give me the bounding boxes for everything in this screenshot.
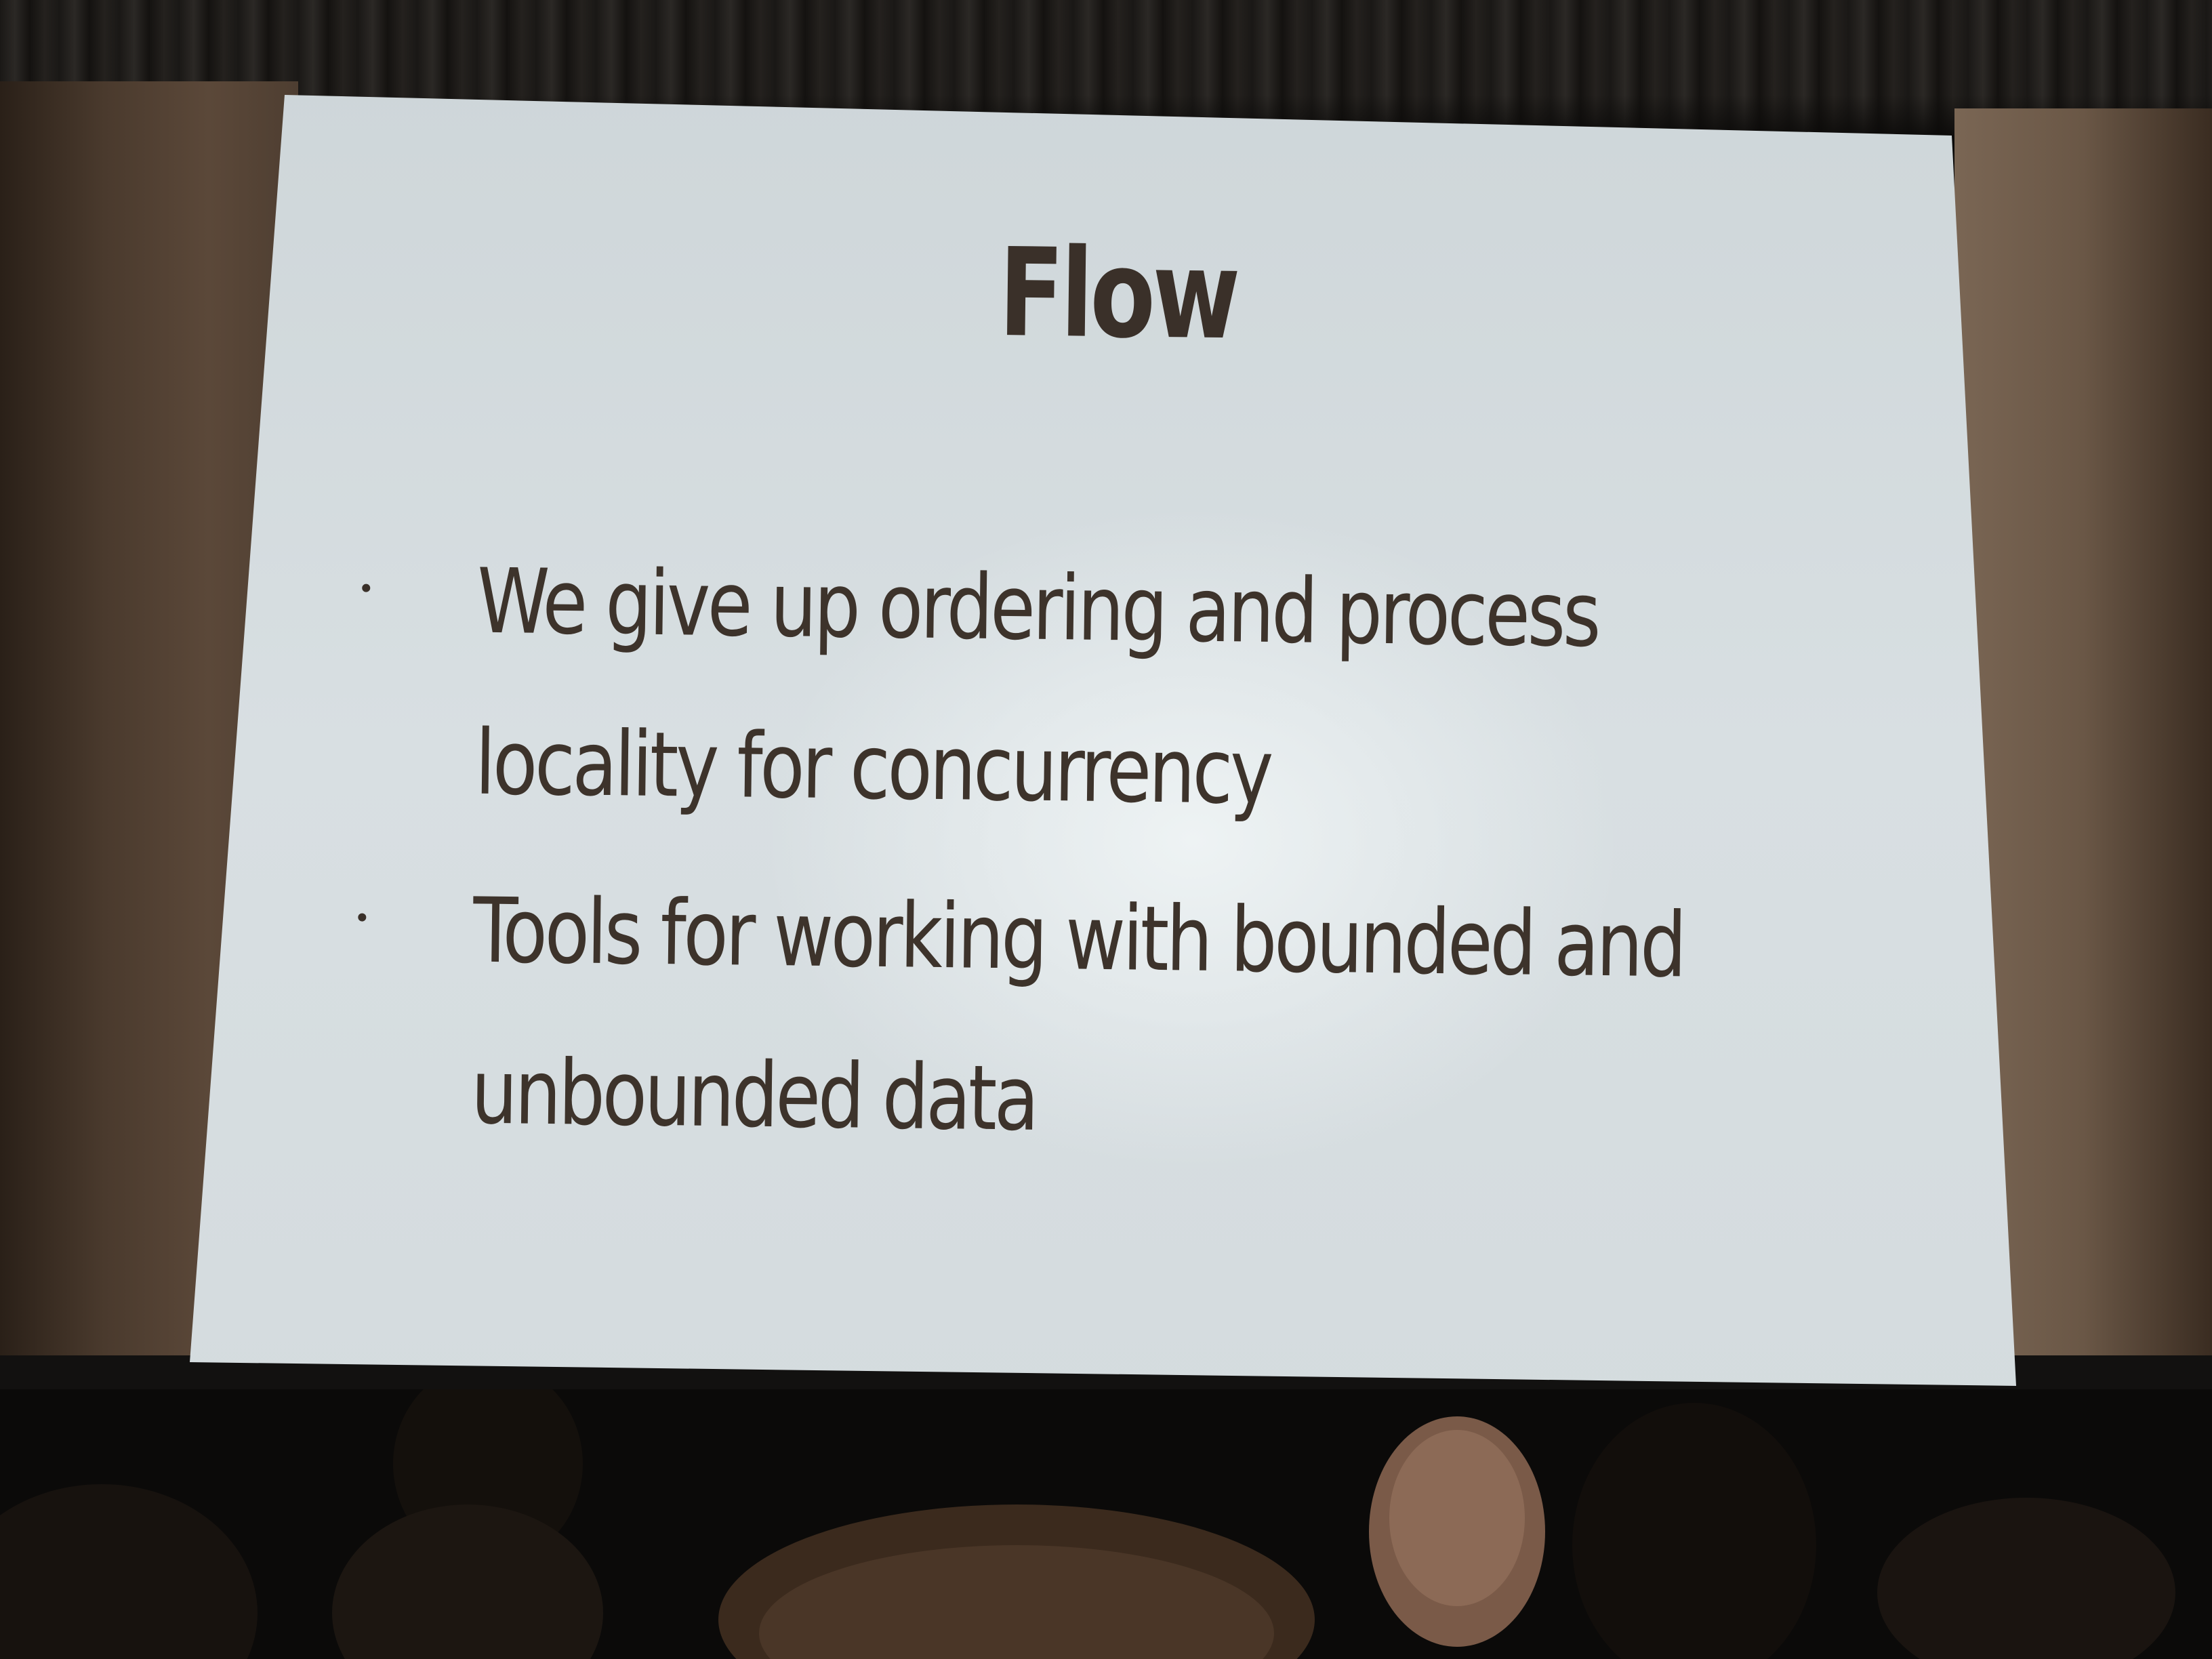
bullet-item: Tools for working with bounded and unbou… [321, 848, 1884, 1190]
bullet-item: We give up ordering and process locality… [325, 519, 1888, 861]
bullet-list: We give up ordering and process locality… [321, 519, 1888, 1197]
presentation-photo: Flow We give up ordering and process loc… [0, 0, 2212, 1659]
bullet-line: unbounded data [470, 1040, 1038, 1151]
bullet-dot-icon [358, 913, 367, 922]
slide-title: Flow [998, 222, 1238, 367]
audience-silhouettes [0, 1389, 2212, 1659]
bullet-dot-icon [362, 583, 371, 592]
bullet-line: locality for concurrency [474, 710, 1271, 825]
bullet-line: Tools for working with bounded and [472, 878, 1685, 998]
bullet-line: We give up ordering and process [476, 549, 1599, 668]
audience-head [1389, 1430, 1525, 1606]
